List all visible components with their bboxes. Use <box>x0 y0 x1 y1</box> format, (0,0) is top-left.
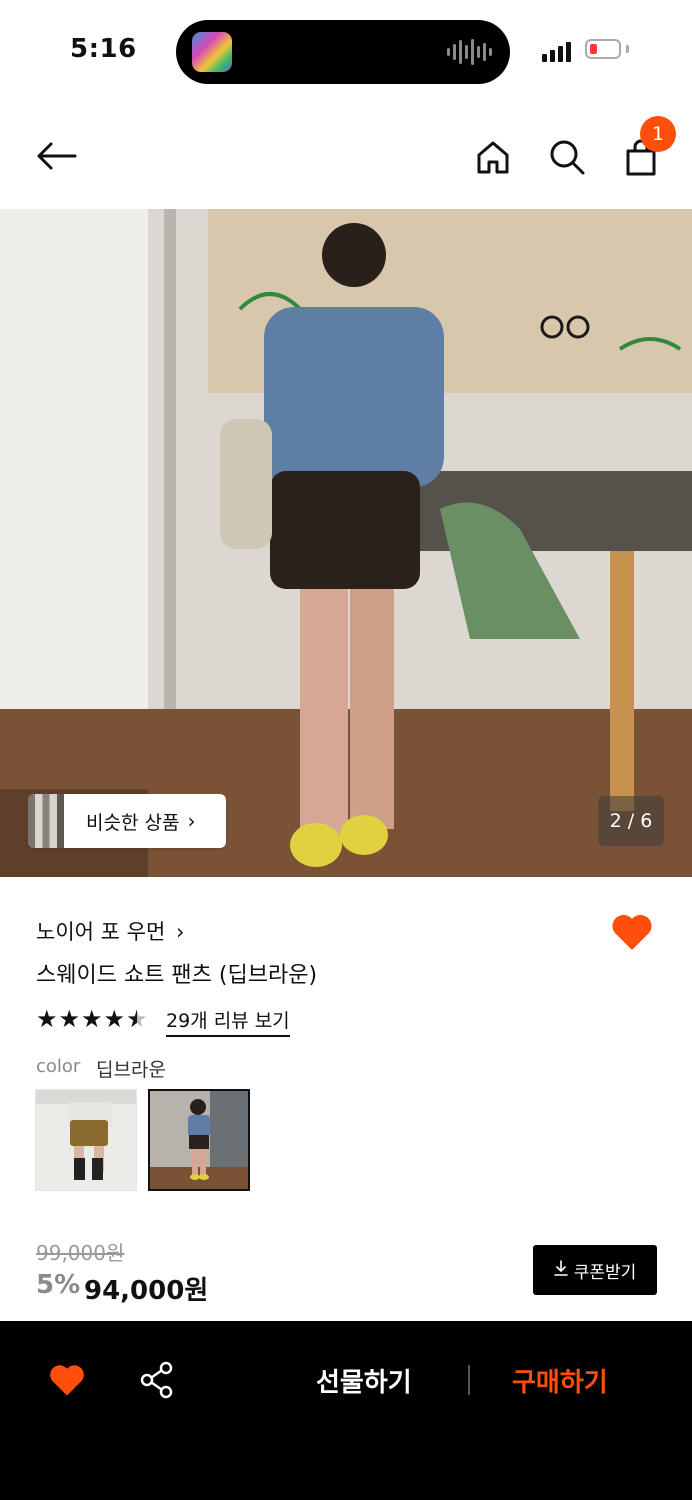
bottom-action-bar <box>0 1321 692 1500</box>
color-option[interactable] <box>35 1089 137 1191</box>
similar-products-button[interactable]: 비슷한 상품 › <box>28 794 226 848</box>
chevron-right-icon: › <box>187 809 196 833</box>
now-playing-artwork <box>192 32 232 72</box>
product-title: 스웨이드 쇼트 팬츠 (딥브라운) <box>36 963 318 988</box>
coupon-label: 쿠폰받기 <box>573 1262 637 1283</box>
buy-button[interactable]: 구매하기 <box>512 1362 608 1399</box>
color-option-selected[interactable] <box>148 1089 250 1191</box>
similar-products-label: 비슷한 상품 <box>86 811 180 834</box>
brand-name: 노이어 포 우먼 <box>36 920 166 944</box>
heart-icon[interactable] <box>610 912 654 956</box>
color-value: 딥브라운 <box>96 1059 166 1081</box>
share-icon[interactable] <box>139 1361 175 1403</box>
coupon-button[interactable]: 쿠폰받기 <box>533 1245 657 1295</box>
status-time: 5:16 <box>70 34 137 64</box>
star-icon: ★ <box>81 1005 103 1033</box>
download-icon <box>553 1259 568 1281</box>
discount-rate: 5% <box>36 1270 81 1300</box>
battery-tip <box>626 45 629 53</box>
review-link[interactable]: 29개 리뷰 보기 <box>166 1006 290 1037</box>
home-icon[interactable] <box>471 135 515 179</box>
star-icon: ★ <box>103 1005 126 1033</box>
color-label: color <box>36 1056 81 1077</box>
original-price: 99,000원 <box>36 1241 125 1265</box>
gift-button[interactable]: 선물하기 <box>316 1362 412 1399</box>
half-star-icon: ★ <box>126 1005 148 1033</box>
back-arrow-icon[interactable] <box>34 134 78 178</box>
battery-icon <box>585 39 621 59</box>
image-page-indicator: 2 / 6 <box>598 796 664 846</box>
bar-divider <box>468 1365 470 1395</box>
rating-stars: ★ ★ ★ ★ ★ <box>36 1006 148 1032</box>
chevron-right-icon: › <box>175 920 185 944</box>
like-heart-icon[interactable] <box>48 1362 86 1402</box>
star-icon: ★ <box>36 1005 58 1033</box>
signal-icon <box>542 42 571 62</box>
search-icon[interactable] <box>545 135 589 179</box>
product-image[interactable] <box>0 209 692 877</box>
star-icon: ★ <box>58 1005 81 1033</box>
cart-count-badge: 1 <box>640 116 676 152</box>
brand-link[interactable]: 노이어 포 우먼 › <box>36 916 184 946</box>
similar-product-thumbnail <box>28 794 64 848</box>
sale-price: 94,000원 <box>84 1276 209 1306</box>
dynamic-island <box>176 20 510 84</box>
audio-waveform-icon <box>447 38 492 66</box>
